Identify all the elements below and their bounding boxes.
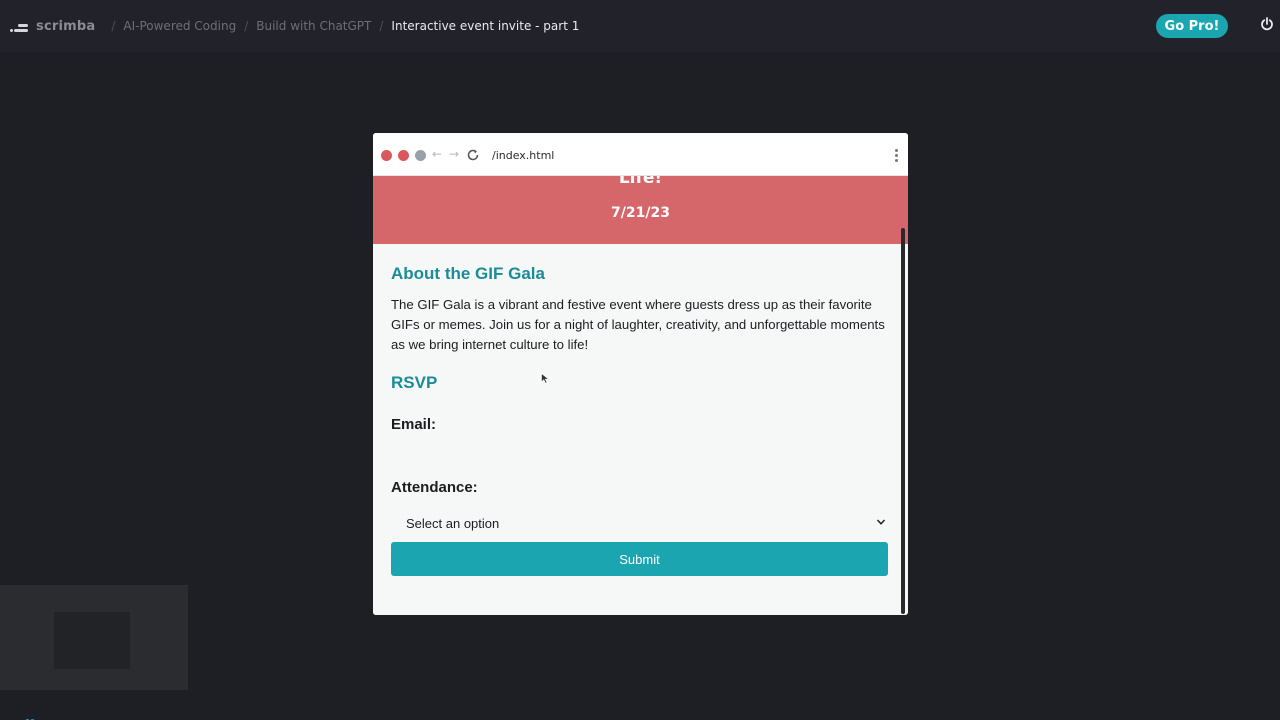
about-description: The GIF Gala is a vibrant and festive ev… bbox=[391, 297, 885, 352]
address-bar-url[interactable]: /index.html bbox=[492, 149, 554, 162]
hero-banner: Life! 7/21/23 bbox=[373, 176, 908, 244]
webcam-panel[interactable] bbox=[0, 585, 188, 690]
kebab-menu-icon[interactable] bbox=[895, 149, 898, 162]
scrimba-logo-icon bbox=[10, 17, 30, 35]
rsvp-heading: RSVP bbox=[391, 373, 438, 392]
attendance-select[interactable]: Select an option bbox=[391, 508, 888, 538]
scrollbar[interactable] bbox=[901, 228, 905, 614]
breadcrumb-separator: / bbox=[111, 19, 116, 33]
email-field[interactable] bbox=[391, 438, 888, 472]
email-label: Email: bbox=[391, 416, 437, 433]
page-viewport: Life! 7/21/23 About the GIF Gala The GIF… bbox=[373, 176, 908, 615]
webcam-video bbox=[54, 612, 130, 669]
about-section: About the GIF Gala The GIF Gala is a vib… bbox=[391, 264, 888, 393]
scrimba-logo[interactable]: scrimba bbox=[10, 17, 95, 35]
breadcrumb-separator: / bbox=[244, 19, 249, 33]
chevron-down-icon bbox=[876, 519, 886, 525]
globe-icon bbox=[415, 150, 426, 161]
top-bar: scrimba / AI-Powered Coding / Build with… bbox=[0, 0, 1280, 52]
breadcrumb: / AI-Powered Coding / Build with ChatGPT… bbox=[103, 19, 579, 33]
hero-title: Life! bbox=[618, 176, 663, 188]
attendance-label: Attendance: bbox=[391, 479, 478, 496]
submit-button[interactable]: Submit bbox=[391, 542, 888, 576]
breadcrumb-item-module[interactable]: Build with ChatGPT bbox=[256, 19, 371, 33]
breadcrumb-separator: / bbox=[379, 19, 384, 33]
about-heading: About the GIF Gala bbox=[391, 264, 545, 283]
event-date: 7/21/23 bbox=[611, 205, 670, 221]
window-close-dot[interactable] bbox=[381, 150, 392, 161]
browser-chrome: ← → /index.html bbox=[373, 133, 908, 176]
pause-icon[interactable] bbox=[26, 712, 36, 720]
breadcrumb-item-course[interactable]: AI-Powered Coding bbox=[123, 19, 236, 33]
back-arrow-icon[interactable]: ← bbox=[432, 147, 442, 161]
window-minimize-dot[interactable] bbox=[398, 150, 409, 161]
attendance-select-value: Select an option bbox=[406, 515, 500, 531]
browser-preview: ← → /index.html Life! 7/21/23 About the … bbox=[373, 133, 908, 615]
breadcrumb-item-current: Interactive event invite - part 1 bbox=[391, 19, 580, 33]
go-pro-button[interactable]: Go Pro! bbox=[1156, 14, 1228, 38]
reload-icon[interactable] bbox=[466, 148, 480, 162]
power-icon[interactable] bbox=[1260, 17, 1274, 31]
logo-text: scrimba bbox=[36, 18, 96, 34]
mouse-cursor-icon bbox=[541, 373, 550, 384]
forward-arrow-icon[interactable]: → bbox=[449, 147, 459, 161]
